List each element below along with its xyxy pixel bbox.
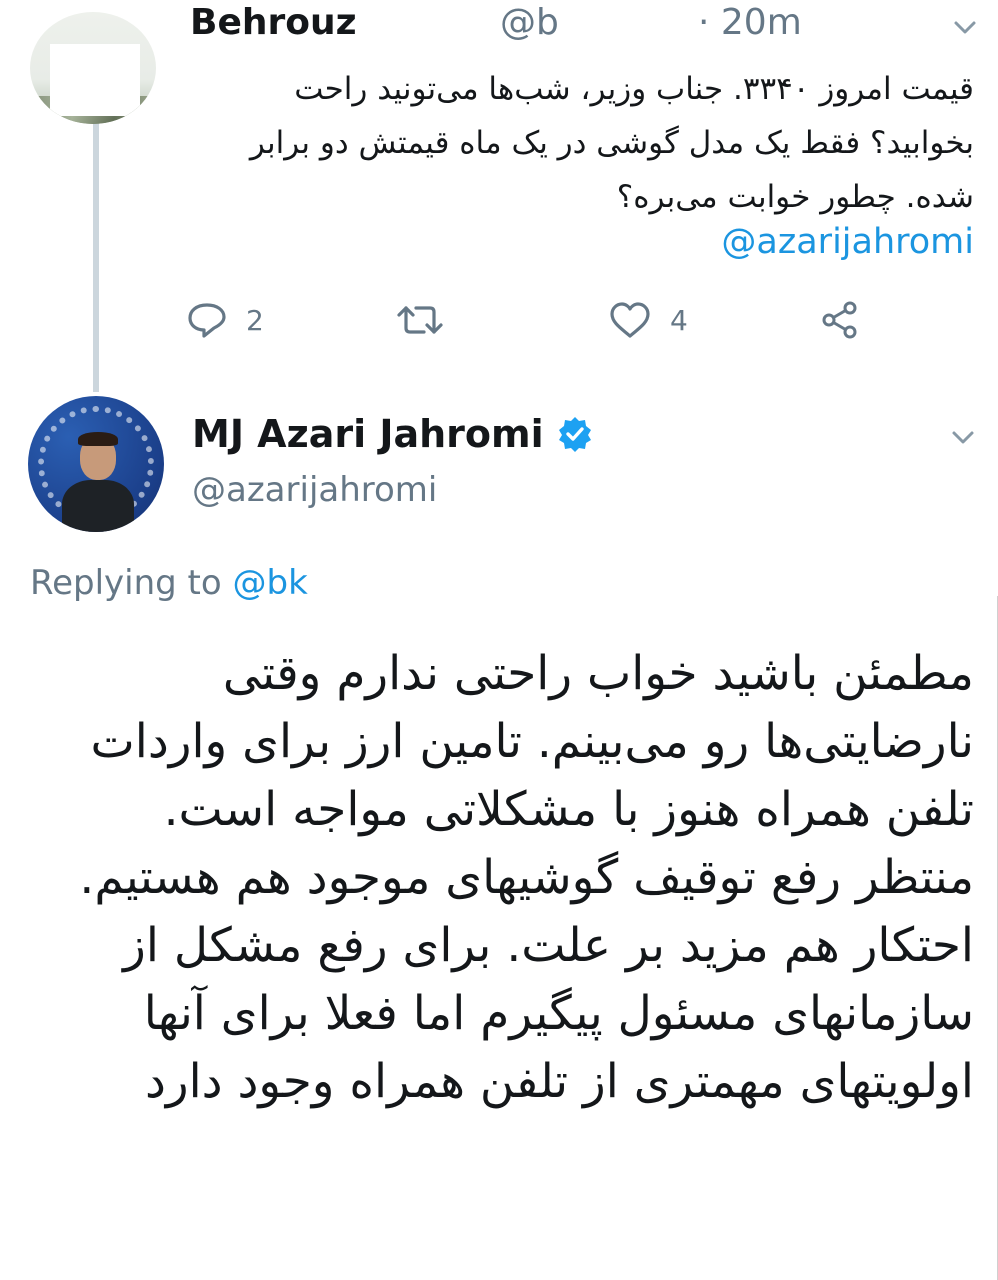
reply-count: 2	[246, 303, 264, 337]
avatar-person-hair	[78, 432, 118, 446]
retweet-icon	[397, 306, 443, 334]
avatar-azari-jahromi[interactable]	[28, 396, 164, 532]
avatar-behrouz[interactable]	[30, 12, 156, 124]
chevron-down-icon[interactable]	[950, 424, 976, 450]
like-icon	[610, 302, 650, 338]
replying-to-link[interactable]: @bk	[233, 563, 308, 603]
reply-action[interactable]: 2	[186, 300, 264, 340]
like-count: 4	[670, 303, 688, 337]
reply-icon	[188, 303, 226, 338]
reply-mention-link[interactable]: @azarijahromi	[721, 222, 974, 262]
main-tweet-text: مطمئن باشید خواب راحتی ندارم وقتی نارضای…	[79, 646, 974, 1109]
verified-badge-icon	[558, 417, 591, 452]
chevron-down-icon[interactable]	[952, 14, 978, 40]
reply-tweet-text: قیمت امروز ۳۳۴۰. جناب وزیر، شب‌ها می‌تون…	[249, 71, 974, 215]
replying-to-line: Replying to @bk	[30, 563, 308, 603]
like-action[interactable]: 4	[608, 300, 688, 340]
reply-author-handle[interactable]: @b	[500, 2, 559, 43]
avatar-person-body	[62, 480, 134, 532]
main-author-row[interactable]: MJ Azari Jahromi	[192, 412, 594, 456]
share-icon	[822, 301, 857, 339]
reply-timestamp[interactable]: · 20m	[698, 2, 802, 43]
retweet-action[interactable]	[396, 300, 462, 340]
reply-author-name[interactable]: Behrouz	[190, 2, 357, 43]
share-action[interactable]	[820, 300, 860, 340]
thread-line	[93, 122, 99, 392]
replying-to-prefix: Replying to	[30, 563, 222, 603]
avatar-redaction	[50, 44, 140, 116]
main-author-handle[interactable]: @azarijahromi	[192, 470, 437, 510]
main-author-name[interactable]: MJ Azari Jahromi	[192, 412, 544, 456]
